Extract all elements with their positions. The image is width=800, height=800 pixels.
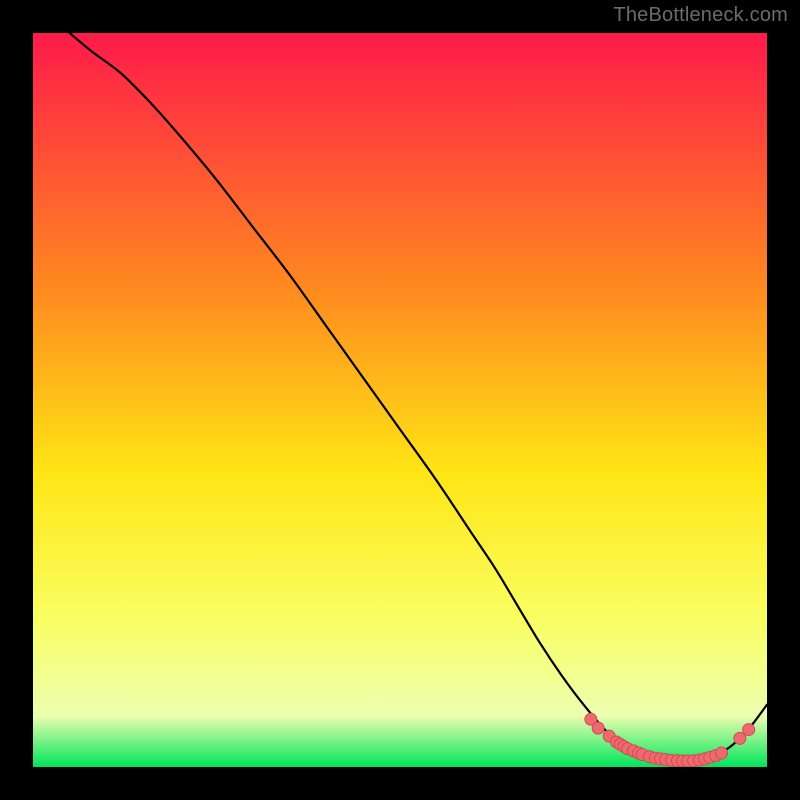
highlight-point [743,724,755,736]
highlight-point [592,722,604,734]
watermark-text: TheBottleneck.com [613,4,788,27]
highlight-point [734,732,746,744]
highlight-point [715,747,727,759]
gradient-background [33,33,767,767]
chart-svg [33,33,767,767]
chart-frame: TheBottleneck.com [0,0,800,800]
chart-plot-area [33,33,767,767]
